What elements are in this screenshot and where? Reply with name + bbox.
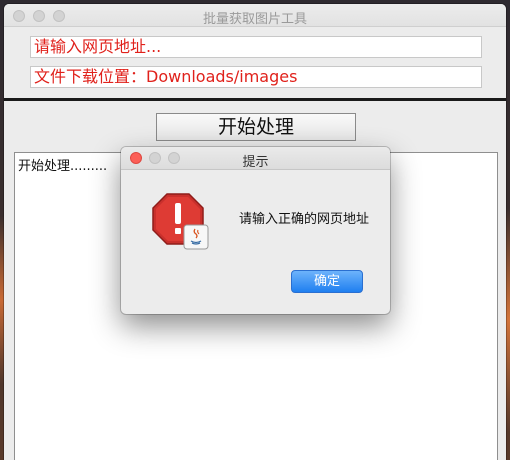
window-title: 批量获取图片工具 (202, 12, 307, 27)
window-titlebar: 批量获取图片工具 (4, 4, 506, 27)
error-stop-icon (152, 193, 209, 250)
log-text: 开始处理......... (18, 159, 108, 174)
alert-dialog: 提示 请输入正确的网页地址 确定 (121, 147, 390, 314)
dialog-titlebar: 提示 (121, 147, 390, 170)
dialog-message: 请输入正确的网页地址 (239, 212, 370, 227)
url-input[interactable]: 请输入网页地址... (30, 36, 482, 58)
section-divider (4, 98, 506, 101)
save-location-field[interactable]: 文件下载位置：Downloads/images (30, 66, 482, 88)
dialog-title: 提示 (242, 155, 269, 170)
start-processing-button[interactable]: 开始处理 (156, 113, 356, 141)
confirm-button[interactable]: 确定 (291, 270, 363, 293)
